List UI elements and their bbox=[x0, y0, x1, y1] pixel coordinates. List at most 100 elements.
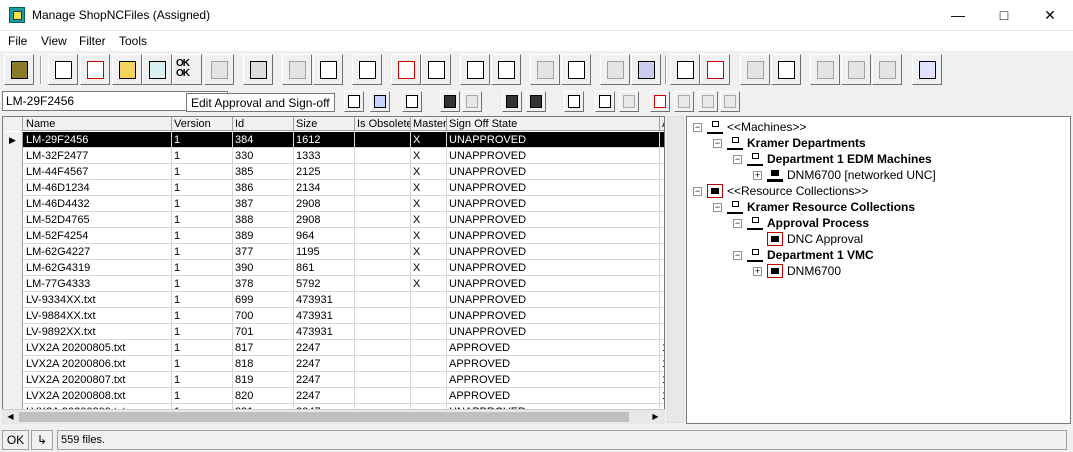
window-icon[interactable] bbox=[670, 54, 700, 85]
tree-node[interactable]: DNM6700 bbox=[787, 263, 841, 279]
row-indicator[interactable] bbox=[3, 292, 23, 308]
collapse-icon[interactable]: − bbox=[733, 155, 742, 164]
tree-node[interactable]: DNM6700 [networked UNC] bbox=[787, 167, 936, 183]
mail-icon[interactable] bbox=[352, 54, 382, 85]
binoculars-icon[interactable] bbox=[440, 91, 460, 112]
tree-node[interactable]: <<Machines>> bbox=[727, 119, 806, 135]
vertical-scrollbar[interactable] bbox=[667, 116, 684, 423]
cabinet-icon[interactable] bbox=[204, 54, 234, 85]
tree-node[interactable]: Approval Process bbox=[767, 215, 869, 231]
group-icon[interactable] bbox=[502, 91, 522, 112]
row-indicator[interactable] bbox=[3, 308, 23, 324]
compare-icon[interactable] bbox=[700, 54, 730, 85]
table-row[interactable]: LM-62G4227 1 377 1195 X UNAPPROVED bbox=[3, 244, 664, 260]
menu-view[interactable]: View bbox=[41, 34, 67, 48]
exit-door-icon[interactable] bbox=[4, 54, 34, 85]
file-grid[interactable]: Name Version Id Size Is Obsolete Master Sign O… bbox=[2, 116, 665, 423]
tree-node[interactable]: <<Resource Collections>> bbox=[727, 183, 868, 199]
row-indicator[interactable]: ▶ bbox=[3, 132, 23, 148]
column-header[interactable]: A bbox=[660, 117, 664, 131]
row-indicator[interactable] bbox=[3, 244, 23, 260]
scroll-left-icon[interactable]: ◀ bbox=[3, 410, 18, 424]
view-select-icon[interactable] bbox=[370, 91, 390, 112]
table-row[interactable]: LM-52F4254 1 389 964 X UNAPPROVED bbox=[3, 228, 664, 244]
column-header[interactable]: Is Obsolete bbox=[355, 117, 411, 131]
menu-tools[interactable]: Tools bbox=[119, 34, 147, 48]
row-indicator[interactable] bbox=[3, 164, 23, 180]
scroll-right-icon[interactable]: ▶ bbox=[648, 410, 663, 424]
column-header[interactable]: Sign Off State bbox=[447, 117, 660, 131]
panel-icon[interactable] bbox=[564, 91, 584, 112]
menu-file[interactable]: File bbox=[8, 34, 27, 48]
merge-disabled-icon[interactable] bbox=[841, 54, 871, 85]
receive-disabled-icon[interactable] bbox=[282, 54, 312, 85]
column-header[interactable]: Master bbox=[411, 117, 447, 131]
row-indicator[interactable] bbox=[3, 260, 23, 276]
approve-disabled-icon[interactable] bbox=[674, 91, 694, 112]
collapse-icon[interactable]: − bbox=[693, 123, 702, 132]
collapse-icon[interactable]: − bbox=[713, 203, 722, 212]
table-row[interactable]: LM-62G4319 1 390 861 X UNAPPROVED bbox=[3, 260, 664, 276]
table-row[interactable]: LM-77G4333 1 378 5792 X UNAPPROVED bbox=[3, 276, 664, 292]
collapse-icon[interactable]: − bbox=[713, 139, 722, 148]
approve-list-icon[interactable] bbox=[720, 91, 740, 112]
row-indicator[interactable] bbox=[3, 276, 23, 292]
column-header[interactable]: Id bbox=[233, 117, 294, 131]
tree-node[interactable]: Department 1 EDM Machines bbox=[767, 151, 932, 167]
row-indicator[interactable] bbox=[3, 212, 23, 228]
approve-copy-icon[interactable] bbox=[698, 91, 718, 112]
move-delete-icon[interactable] bbox=[561, 54, 591, 85]
find-next-icon[interactable] bbox=[462, 91, 482, 112]
row-indicator[interactable] bbox=[3, 356, 23, 372]
table-row[interactable]: LM-46D4432 1 387 2908 X UNAPPROVED bbox=[3, 196, 664, 212]
table-row[interactable]: LM-32F2477 1 330 1333 X UNAPPROVED bbox=[3, 148, 664, 164]
table-row[interactable]: LVX2A 20200806.txt18182247APPROVED1 bbox=[3, 356, 664, 372]
table-row[interactable]: ▶ LM-29F2456 1 384 1612 X UNAPPROVED bbox=[3, 132, 664, 148]
table-row[interactable]: LM-52D4765 1 388 2908 X UNAPPROVED bbox=[3, 212, 664, 228]
help-file-icon[interactable] bbox=[80, 54, 110, 85]
column-header[interactable]: Version bbox=[172, 117, 233, 131]
column-header[interactable]: Size bbox=[294, 117, 355, 131]
collapse-icon[interactable]: − bbox=[693, 187, 702, 196]
table-row[interactable]: LV-9884XX.txt 1 700 473931 UNAPPROVED bbox=[3, 308, 664, 324]
tree-add-icon[interactable] bbox=[595, 91, 615, 112]
table-row[interactable]: LV-9334XX.txt 1 699 473931 UNAPPROVED bbox=[3, 292, 664, 308]
row-indicator[interactable] bbox=[3, 340, 23, 356]
table-row[interactable]: LVX2A 20200807.txt18192247APPROVED1 bbox=[3, 372, 664, 388]
tree-node[interactable]: Kramer Resource Collections bbox=[747, 199, 915, 215]
expand-icon[interactable]: + bbox=[753, 267, 762, 276]
horizontal-scrollbar[interactable]: ◀ ▶ bbox=[2, 409, 665, 424]
minimize-icon[interactable]: — bbox=[935, 0, 981, 31]
delete-all-icon[interactable] bbox=[631, 54, 661, 85]
send-icon[interactable] bbox=[313, 54, 343, 85]
row-indicator[interactable] bbox=[3, 388, 23, 404]
copy-view-icon[interactable] bbox=[402, 91, 422, 112]
row-indicator[interactable] bbox=[3, 324, 23, 340]
row-indicator[interactable] bbox=[3, 180, 23, 196]
expand-icon[interactable]: + bbox=[753, 171, 762, 180]
delete-icon[interactable] bbox=[600, 54, 630, 85]
row-indicator[interactable] bbox=[3, 196, 23, 212]
sync-icon[interactable] bbox=[771, 54, 801, 85]
new-file-icon[interactable] bbox=[48, 54, 78, 85]
checklist-icon[interactable] bbox=[142, 54, 172, 85]
scroll-thumb[interactable] bbox=[19, 412, 629, 422]
copy-disabled-icon[interactable] bbox=[810, 54, 840, 85]
tree-node[interactable]: Department 1 VMC bbox=[767, 247, 874, 263]
approve-check-icon[interactable] bbox=[650, 91, 670, 112]
tree-node[interactable]: Kramer Departments bbox=[747, 135, 866, 151]
ok-grid-icon[interactable]: OK OK bbox=[172, 54, 202, 85]
calculator-icon[interactable] bbox=[912, 54, 942, 85]
transfer-icon[interactable] bbox=[460, 54, 490, 85]
group-alt-icon[interactable] bbox=[526, 91, 546, 112]
row-indicator[interactable] bbox=[3, 372, 23, 388]
collapse-icon[interactable]: − bbox=[733, 251, 742, 260]
view-list-icon[interactable] bbox=[344, 91, 364, 112]
transfer-delete-icon[interactable] bbox=[491, 54, 521, 85]
table-row[interactable]: LM-46D1234 1 386 2134 X UNAPPROVED bbox=[3, 180, 664, 196]
table-row[interactable]: LVX2A 20200808.txt18202247APPROVED1 bbox=[3, 388, 664, 404]
print-icon[interactable] bbox=[243, 54, 273, 85]
copy-file-icon[interactable] bbox=[421, 54, 451, 85]
tree-node[interactable]: DNC Approval bbox=[787, 231, 863, 247]
column-header[interactable]: Name bbox=[24, 117, 172, 131]
